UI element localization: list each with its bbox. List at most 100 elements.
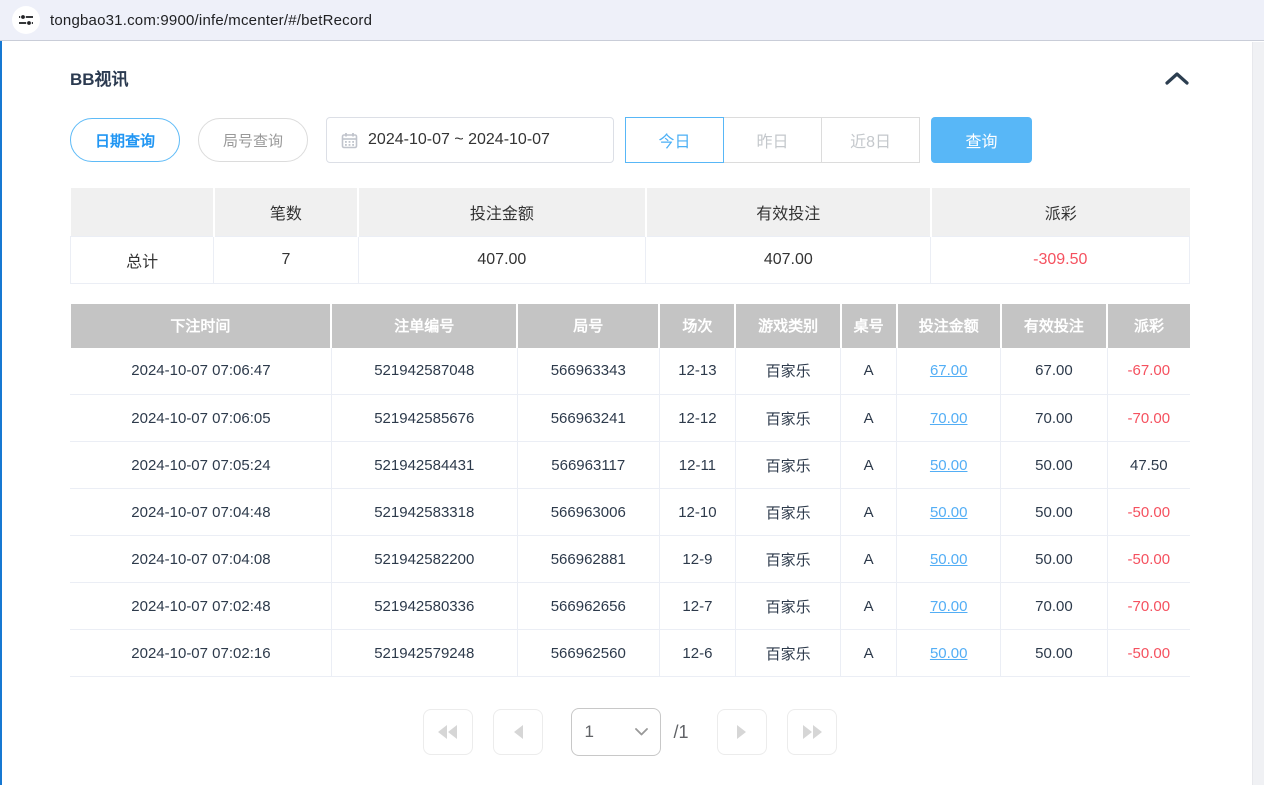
bet-id: 521942579248 [331, 630, 517, 677]
last-page-button[interactable] [787, 709, 837, 755]
today-button[interactable]: 今日 [625, 117, 724, 163]
bet-amount-link: 50.00 [897, 630, 1001, 677]
table-row: 2024-10-07 07:04:48521942583318566963006… [71, 489, 1191, 536]
table-no: A [841, 489, 897, 536]
valid-bet: 50.00 [1001, 536, 1107, 583]
bet-amount-link[interactable]: 70.00 [930, 598, 968, 615]
summary-table: 笔数投注金额有效投注派彩 总计 7 407.00 407.00 -309.50 [70, 188, 1190, 284]
bet-amount-link: 70.00 [897, 583, 1001, 630]
filter-bar: 日期查询 局号查询 2024-10-07 ~ 2024-10-07 今日 昨日 … [70, 117, 1190, 163]
bet-record-table: 下注时间注单编号局号场次游戏类别桌号投注金额有效投注派彩 2024-10-07 … [70, 304, 1190, 678]
game-type: 百家乐 [735, 348, 840, 395]
url-text[interactable]: tongbao31.com:9900/infe/mcenter/#/betRec… [50, 12, 372, 29]
yesterday-button[interactable]: 昨日 [723, 117, 822, 163]
table-row: 2024-10-07 07:06:47521942587048566963343… [71, 348, 1191, 395]
bet-record-panel: BB视讯 日期查询 局号查询 2024-10-07 ~ 2024-10-07 [0, 41, 1264, 756]
valid-bet: 70.00 [1001, 583, 1107, 630]
bet-time: 2024-10-07 07:05:24 [71, 442, 332, 489]
payout: -67.00 [1107, 348, 1190, 395]
session: 12-6 [659, 630, 735, 677]
tune-icon [18, 12, 34, 28]
table-no: A [841, 630, 897, 677]
double-arrow-left-icon [437, 724, 459, 740]
date-range-value: 2024-10-07 ~ 2024-10-07 [368, 131, 550, 149]
bet-amount-link: 67.00 [897, 348, 1001, 395]
page-total-label: /1 [673, 722, 688, 743]
bet-header-col-7: 有效投注 [1001, 304, 1107, 348]
game-type: 百家乐 [735, 442, 840, 489]
valid-bet: 70.00 [1001, 395, 1107, 442]
bet-time: 2024-10-07 07:04:48 [71, 489, 332, 536]
bet-table-header-row: 下注时间注单编号局号场次游戏类别桌号投注金额有效投注派彩 [71, 304, 1191, 348]
table-row: 2024-10-07 07:05:24521942584431566963117… [71, 442, 1191, 489]
table-row: 2024-10-07 07:04:08521942582200566962881… [71, 536, 1191, 583]
table-row: 2024-10-07 07:02:16521942579248566962560… [71, 630, 1191, 677]
site-settings-button[interactable] [12, 6, 40, 34]
round-query-tab[interactable]: 局号查询 [198, 118, 308, 162]
summary-header-col-3: 有效投注 [646, 188, 931, 236]
round-no: 566962656 [517, 583, 659, 630]
bet-time: 2024-10-07 07:02:48 [71, 583, 332, 630]
double-arrow-right-icon [801, 724, 823, 740]
summary-header-col-4: 派彩 [931, 188, 1190, 236]
summary-header-col-2: 投注金额 [358, 188, 646, 236]
search-button[interactable]: 查询 [931, 117, 1032, 163]
table-no: A [841, 442, 897, 489]
game-type: 百家乐 [735, 630, 840, 677]
arrow-left-icon [512, 724, 524, 740]
bet-amount-link: 50.00 [897, 489, 1001, 536]
game-type: 百家乐 [735, 489, 840, 536]
bet-amount-link: 50.00 [897, 442, 1001, 489]
table-row: 2024-10-07 07:06:05521942585676566963241… [71, 395, 1191, 442]
bet-amount-link[interactable]: 50.00 [930, 645, 968, 662]
valid-bet: 50.00 [1001, 442, 1107, 489]
summary-payout: -309.50 [931, 236, 1190, 283]
last-8-days-button[interactable]: 近8日 [821, 117, 920, 163]
session: 12-7 [659, 583, 735, 630]
calendar-icon [341, 132, 358, 149]
bet-header-col-2: 局号 [517, 304, 659, 348]
bet-amount-link[interactable]: 70.00 [930, 410, 968, 427]
payout: -70.00 [1107, 583, 1190, 630]
session: 12-12 [659, 395, 735, 442]
page-select[interactable]: 1 [571, 708, 661, 756]
payout: -70.00 [1107, 395, 1190, 442]
table-no: A [841, 395, 897, 442]
summary-header-col-1: 笔数 [214, 188, 358, 236]
bet-amount-link[interactable]: 50.00 [930, 504, 968, 521]
payout: -50.00 [1107, 536, 1190, 583]
payout: -50.00 [1107, 630, 1190, 677]
next-page-button[interactable] [717, 709, 767, 755]
session: 12-13 [659, 348, 735, 395]
arrow-right-icon [736, 724, 748, 740]
round-no: 566963006 [517, 489, 659, 536]
prev-page-button[interactable] [493, 709, 543, 755]
table-no: A [841, 583, 897, 630]
game-type: 百家乐 [735, 583, 840, 630]
date-range-input[interactable]: 2024-10-07 ~ 2024-10-07 [326, 117, 614, 163]
bet-time: 2024-10-07 07:04:08 [71, 536, 332, 583]
collapse-panel-button[interactable] [1164, 68, 1190, 88]
round-no: 566962560 [517, 630, 659, 677]
bet-amount-link[interactable]: 50.00 [930, 457, 968, 474]
bet-amount-link[interactable]: 50.00 [930, 551, 968, 568]
bet-amount-link[interactable]: 67.00 [930, 362, 968, 379]
first-page-button[interactable] [423, 709, 473, 755]
valid-bet: 50.00 [1001, 489, 1107, 536]
bet-id: 521942584431 [331, 442, 517, 489]
chevron-down-icon [635, 728, 648, 736]
table-row: 2024-10-07 07:02:48521942580336566962656… [71, 583, 1191, 630]
bet-header-col-6: 投注金额 [897, 304, 1001, 348]
round-no: 566963117 [517, 442, 659, 489]
bet-header-col-0: 下注时间 [71, 304, 332, 348]
summary-valid-bet: 407.00 [646, 236, 931, 283]
bet-id: 521942585676 [331, 395, 517, 442]
date-query-tab[interactable]: 日期查询 [70, 118, 180, 162]
bet-time: 2024-10-07 07:06:47 [71, 348, 332, 395]
round-no: 566963241 [517, 395, 659, 442]
bet-header-col-3: 场次 [659, 304, 735, 348]
payout: 47.50 [1107, 442, 1190, 489]
bet-header-col-8: 派彩 [1107, 304, 1190, 348]
page-select-value: 1 [584, 722, 593, 742]
valid-bet: 67.00 [1001, 348, 1107, 395]
